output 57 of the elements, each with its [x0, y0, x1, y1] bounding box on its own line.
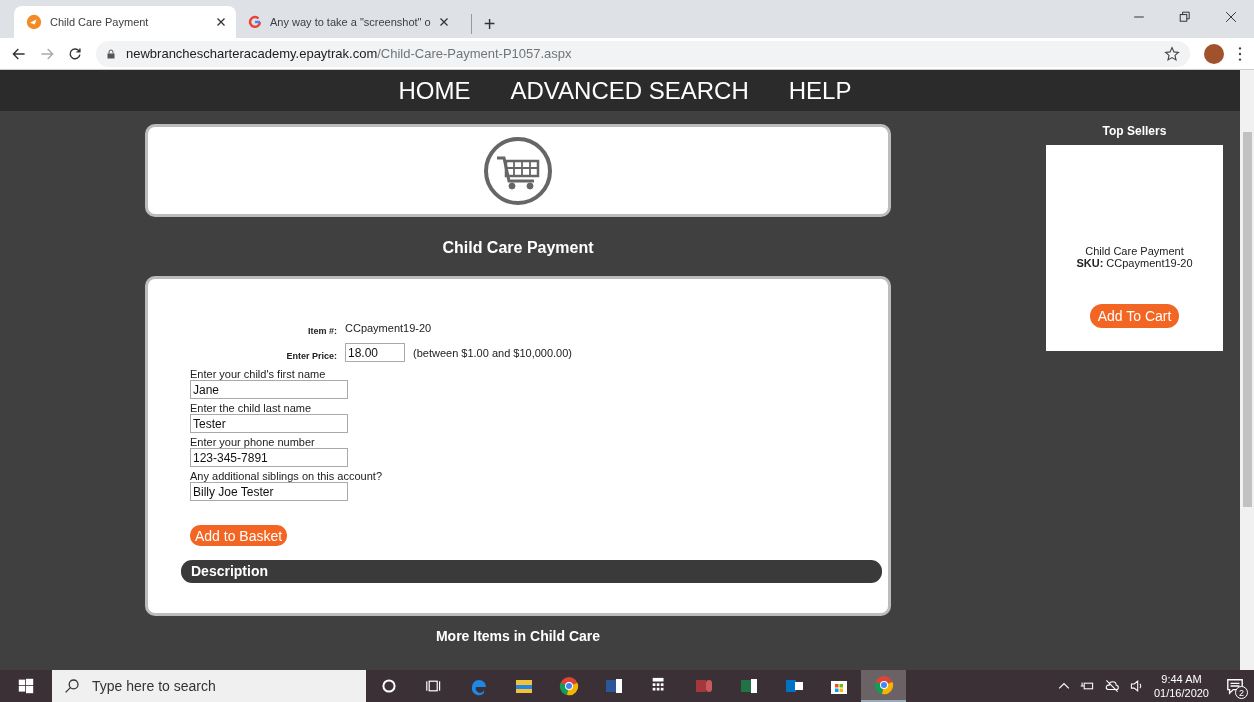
- star-icon: [1164, 45, 1180, 62]
- back-arrow-icon: [12, 46, 26, 61]
- forward-arrow-icon: [40, 46, 54, 61]
- scrollbar[interactable]: [1240, 70, 1254, 670]
- product-name: Child Care Payment: [1085, 245, 1184, 257]
- task-view-icon: [425, 678, 442, 694]
- field-label: Enter the child last name: [190, 402, 313, 414]
- lock-icon: [106, 47, 116, 60]
- notification-icon: [1226, 677, 1244, 695]
- text-field[interactable]: 123-345-7891: [190, 448, 348, 467]
- description-heading[interactable]: Description: [181, 560, 882, 583]
- address-bar[interactable]: newbranchescharteracademy.epaytrak.com/Child-Care-Payment-P1057.aspx: [96, 40, 1190, 67]
- url-text: newbranchescharteracademy.epaytrak.com/Child-Care-Payment-P1057.aspx: [126, 46, 573, 61]
- cloud-off-icon: [1103, 679, 1120, 693]
- text-field[interactable]: Jane: [190, 380, 348, 399]
- product-title: Child Care Payment: [442, 239, 594, 257]
- item-number-label: Item #:: [307, 324, 337, 336]
- profile-avatar[interactable]: [1204, 43, 1224, 64]
- document-app-icon: [603, 676, 624, 696]
- price-label: Enter Price:: [285, 349, 337, 361]
- text-field[interactable]: Tester: [190, 414, 348, 433]
- browser-tab[interactable]: Child Care Payment: [14, 6, 236, 38]
- site-logo-icon: [26, 14, 42, 30]
- clock-date: 01/16/2020: [1153, 686, 1209, 700]
- nav-link[interactable]: ADVANCED SEARCH: [510, 76, 749, 105]
- price-field[interactable]: 18.00: [345, 343, 405, 362]
- field-label: Enter your child's first name: [190, 368, 327, 380]
- sidebar-heading: Top Sellers: [1102, 124, 1167, 138]
- chrome-icon: [558, 676, 579, 696]
- price-range-hint: (between $1.00 and $10,000.00): [413, 346, 573, 359]
- more-menu-icon: [1238, 46, 1242, 61]
- chrome-icon: [873, 675, 894, 695]
- notification-count: 2: [1235, 686, 1248, 699]
- close-icon: [1225, 11, 1237, 23]
- new-tab-button[interactable]: +: [470, 14, 496, 34]
- item-number: CCpayment19-20: [345, 321, 432, 334]
- windows-logo-icon: [18, 678, 34, 694]
- search-icon: [64, 678, 80, 694]
- nav-link[interactable]: HELP: [788, 76, 852, 105]
- shopping-cart-icon: [483, 135, 553, 206]
- text-field[interactable]: Billy Joe Tester: [190, 482, 348, 501]
- clock-time: 9:44 AM: [1161, 672, 1202, 686]
- product-sku: SKU: CCpayment19-20: [1076, 257, 1193, 269]
- field-label: Any additional siblings on this account?: [190, 470, 383, 482]
- circle-icon: [380, 678, 397, 694]
- google-logo-icon: [248, 15, 262, 29]
- restore-icon: [1179, 11, 1191, 23]
- field-label: Enter your phone number: [190, 436, 316, 448]
- spreadsheet-app-icon: [738, 676, 759, 696]
- taskbar-search-field[interactable]: Type here to search: [52, 670, 366, 702]
- close-icon: [216, 17, 226, 27]
- chevron-up-icon: [1057, 680, 1070, 692]
- browser-tab[interactable]: Any way to take a "screenshot" o: [236, 6, 459, 38]
- close-icon: [438, 17, 449, 27]
- reload-icon: [68, 46, 82, 61]
- section-heading: More Items in Child Care: [435, 628, 601, 644]
- nav-link[interactable]: HOME: [398, 76, 471, 105]
